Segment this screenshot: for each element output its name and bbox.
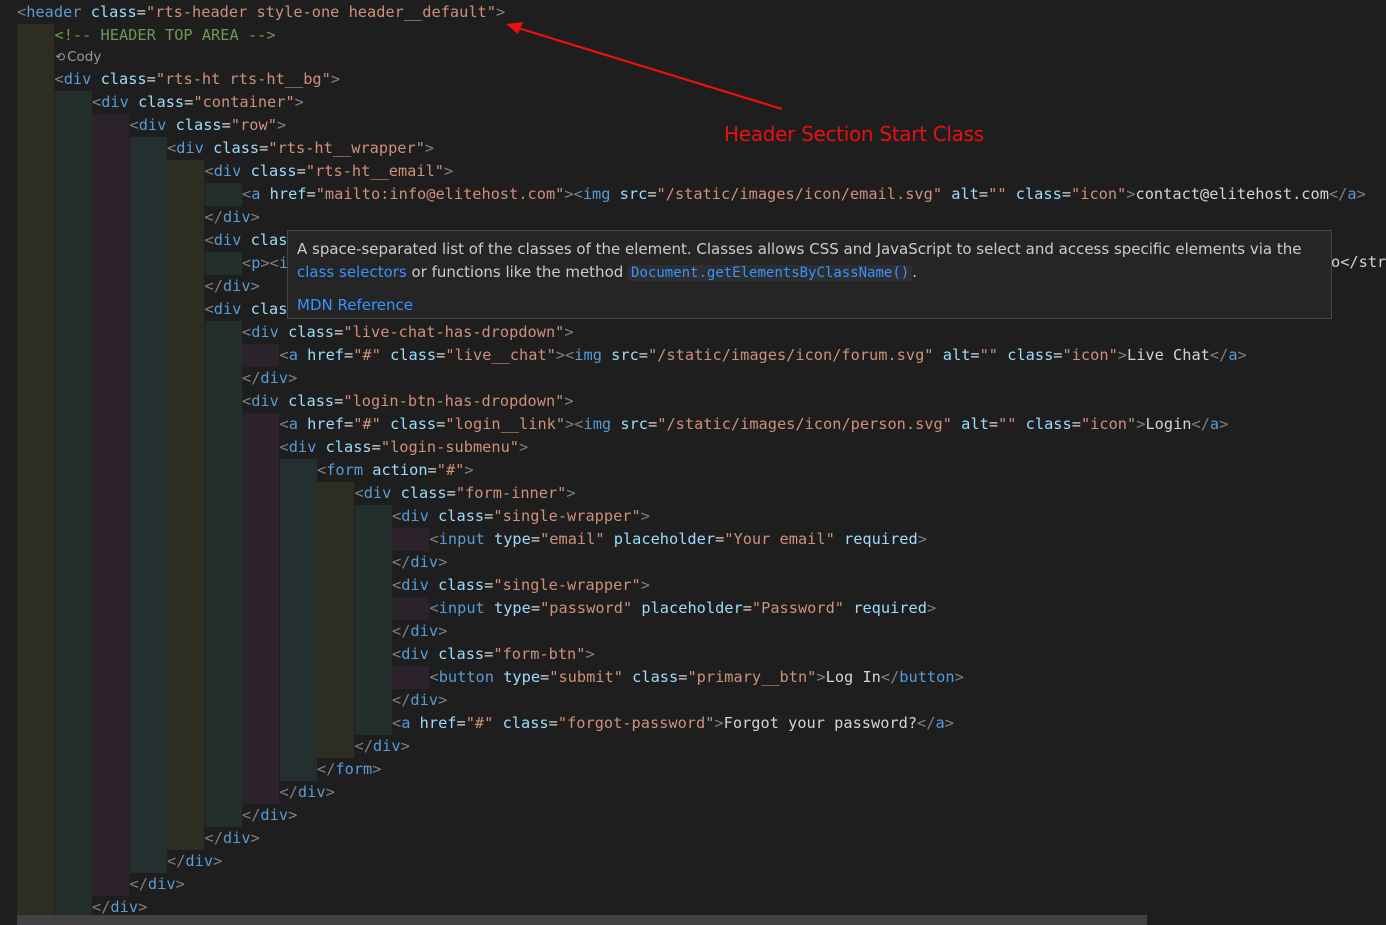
annotation-label: Header Section Start Class xyxy=(724,122,984,146)
annotation-arrow xyxy=(506,22,783,111)
horizontal-scrollbar[interactable] xyxy=(17,915,1147,925)
code-editor[interactable]: <header class="rts-header style-one head… xyxy=(0,0,1386,925)
